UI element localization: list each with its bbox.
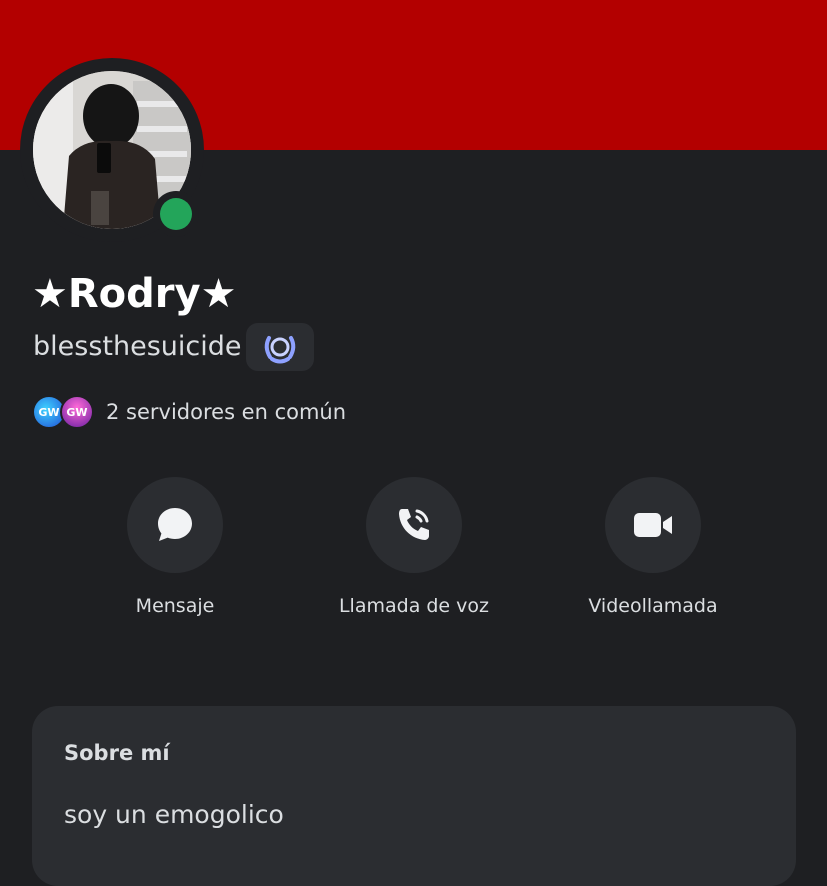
about-me-card: Sobre mí soy un emogolico	[32, 706, 796, 886]
profile-badge[interactable]	[246, 323, 314, 371]
about-me-text: soy un emogolico	[64, 800, 284, 829]
message-action: Mensaje	[75, 477, 275, 622]
video-call-action: Videollamada	[553, 477, 753, 622]
phone-call-icon	[399, 509, 429, 540]
display-name: ★Rodry★	[32, 271, 237, 317]
message-label: Mensaje	[135, 595, 215, 617]
guild-icon: GW	[60, 395, 94, 429]
message-button[interactable]	[127, 477, 223, 573]
laurel-badge-icon	[264, 336, 296, 364]
mutual-servers-text: 2 servidores en común	[106, 400, 347, 424]
guild-icon-label: GW	[66, 405, 88, 419]
chat-bubble-icon	[158, 508, 192, 541]
about-me-title: Sobre mí	[64, 741, 170, 765]
guild-icon-label: GW	[38, 405, 60, 419]
video-call-label: Videollamada	[588, 595, 718, 617]
video-call-button[interactable]	[605, 477, 701, 573]
username: blessthesuicide	[33, 331, 242, 362]
voice-call-label: Llamada de voz	[338, 595, 490, 617]
video-camera-icon	[634, 513, 672, 537]
voice-call-action: Llamada de voz	[314, 477, 514, 622]
voice-call-button[interactable]	[366, 477, 462, 573]
mutual-servers[interactable]: GW GW 2 servidores en común	[32, 394, 346, 430]
online-status-indicator	[160, 198, 192, 230]
